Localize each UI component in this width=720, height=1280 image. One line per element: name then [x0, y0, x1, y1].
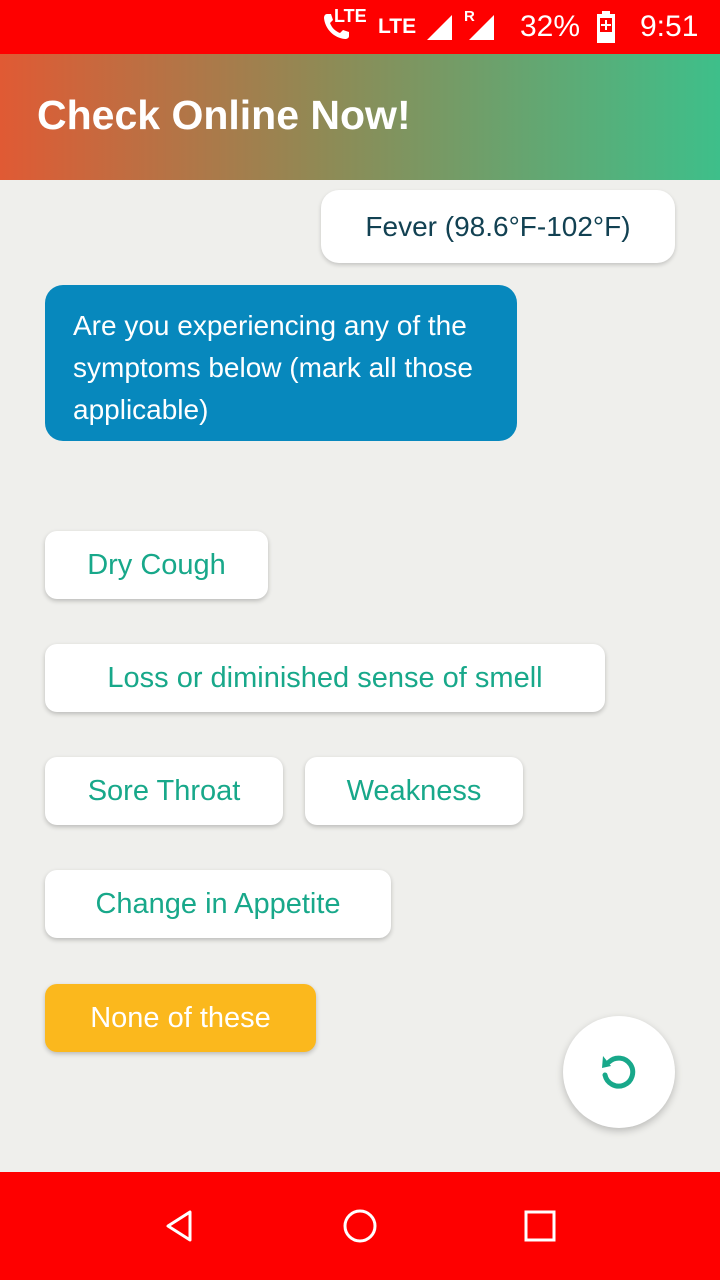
home-icon	[343, 1209, 377, 1243]
back-button[interactable]	[120, 1172, 240, 1280]
signal-roaming-icon: R	[464, 0, 496, 54]
option-label: Loss or diminished sense of smell	[107, 661, 543, 694]
option-none-of-these[interactable]: None of these	[45, 984, 316, 1052]
clock: 9:51	[640, 10, 699, 43]
recents-icon	[524, 1210, 556, 1242]
bot-message-text: Are you experiencing any of the symptoms…	[73, 310, 473, 425]
option-label: Change in Appetite	[95, 887, 341, 920]
back-icon	[166, 1210, 192, 1242]
user-message-text: Fever (98.6°F-102°F)	[365, 210, 631, 242]
navigation-bar	[0, 1172, 720, 1280]
option-label: None of these	[90, 1001, 271, 1034]
bot-message-bubble: Are you experiencing any of the symptoms…	[45, 285, 517, 441]
option-sore-throat[interactable]: Sore Throat	[45, 757, 283, 825]
refresh-icon	[602, 1055, 636, 1089]
option-label: Weakness	[346, 774, 482, 807]
option-weakness[interactable]: Weakness	[305, 757, 523, 825]
roaming-label: R	[464, 8, 475, 25]
battery-icon	[596, 0, 616, 54]
option-label: Sore Throat	[87, 774, 241, 807]
signal-icon	[424, 0, 454, 54]
home-button[interactable]	[300, 1172, 420, 1280]
app-title: Check Online Now!	[37, 92, 411, 138]
lte-call-label: LTE	[334, 6, 367, 26]
volte-call-icon: LTE	[320, 0, 367, 54]
battery-percent: 32%	[520, 10, 581, 43]
option-dry-cough[interactable]: Dry Cough	[45, 531, 268, 599]
option-change-in-appetite[interactable]: Change in Appetite	[45, 870, 391, 938]
option-label: Dry Cough	[87, 548, 226, 581]
option-loss-of-smell[interactable]: Loss or diminished sense of smell	[45, 644, 605, 712]
recents-button[interactable]	[480, 1172, 600, 1280]
refresh-button[interactable]	[563, 1016, 675, 1128]
user-message-bubble: Fever (98.6°F-102°F)	[321, 190, 675, 263]
app-bar: Check Online Now!	[0, 54, 720, 180]
status-bar: LTE LTE R 32% 9:51	[0, 0, 720, 54]
lte-label: LTE	[378, 15, 417, 38]
